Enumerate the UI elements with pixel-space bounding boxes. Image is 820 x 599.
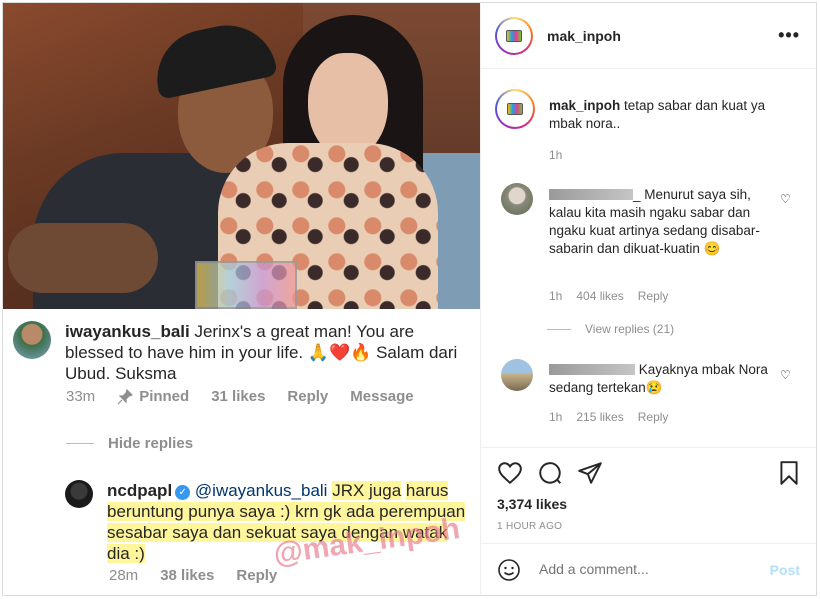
comment-likes: 31 likes [211,388,266,405]
pinned-comment: iwayankus_bali Jerinx's a great man! You… [13,321,473,384]
redacted-username [549,189,633,200]
view-replies-button[interactable]: View replies (21) [547,322,674,336]
reply-mention: @iwayankus_bali [194,481,328,500]
tv-logo-icon [507,103,523,115]
post-header: mak_inpoh ••• [481,3,816,69]
post-sidebar: mak_inpoh ••• mak_inpoh tetap sabar dan … [481,3,816,595]
pinned-label: Pinned [117,388,189,405]
add-comment-input[interactable] [539,561,759,577]
post-actions: 3,374 likes 1 HOUR AGO [481,447,816,543]
photo-watermark-overlay [195,261,297,309]
comment-2: Kayaknya mbak Nora sedang tertekan😢 [549,361,774,397]
like-comment-heart-icon[interactable]: ♡ [780,193,792,205]
verified-icon: ✓ [175,485,191,500]
comment-username: iwayankus_bali [65,322,190,341]
heart-icon[interactable] [497,460,523,486]
reply-meta: 28m 38 likes Reply [109,567,277,584]
emoji-icon[interactable] [497,558,521,582]
reply-text-line1: JRX juga [332,481,402,500]
comment-message: Message [350,388,414,405]
caption-time: 1h [549,148,563,162]
tv-logo-icon [506,30,522,42]
comment-2-likes[interactable]: 215 likes [576,410,623,424]
comment-time: 33m [66,388,96,405]
avatar [13,321,51,359]
comment-1-meta: 1h 404 likes Reply [549,289,668,303]
more-dots-icon[interactable]: ••• [778,25,800,46]
hide-replies: Hide replies [66,435,193,452]
commenter-avatar[interactable] [501,183,533,215]
caption-username[interactable]: mak_inpoh [549,98,620,113]
caption: mak_inpoh tetap sabar dan kuat ya mbak n… [549,97,789,133]
comment-icon[interactable] [537,460,563,486]
embedded-comment-screenshot: iwayankus_bali Jerinx's a great man! You… [3,309,480,595]
pin-icon [117,388,134,404]
comment-reply: Reply [287,388,329,405]
reply-time: 28m [109,567,139,584]
commenter-avatar[interactable] [501,359,533,391]
like-comment-heart-icon[interactable]: ♡ [780,369,792,381]
reply-reply: Reply [236,567,278,584]
share-icon[interactable] [577,460,603,486]
likes-count[interactable]: 3,374 likes [497,496,567,512]
post-photo [3,3,480,309]
reply-username: ncdpapl [107,481,173,500]
reply-likes: 38 likes [160,567,215,584]
post-timestamp: 1 HOUR AGO [497,521,563,532]
author-avatar[interactable] [495,17,533,55]
comment-meta: 33m Pinned 31 likes Reply Message [66,388,414,405]
comment-2-time: 1h [549,410,563,424]
post-comment-button[interactable]: Post [770,562,800,578]
comment-2-reply[interactable]: Reply [638,410,669,424]
post-dialog: iwayankus_bali Jerinx's a great man! You… [2,2,817,596]
comment-1-reply[interactable]: Reply [638,289,669,303]
add-comment-bar: Post [481,543,816,595]
caption-avatar[interactable] [495,89,535,129]
comment-2-meta: 1h 215 likes Reply [549,410,668,424]
comment-1-likes[interactable]: 404 likes [576,289,623,303]
post-media: iwayankus_bali Jerinx's a great man! You… [3,3,481,595]
comment-1: _ Menurut saya sih, kalau kita masih nga… [549,187,760,256]
save-bookmark-icon[interactable] [776,460,802,486]
author-username[interactable]: mak_inpoh [547,28,621,44]
redacted-username [549,364,635,375]
avatar [65,480,93,508]
comment-1-time: 1h [549,289,563,303]
